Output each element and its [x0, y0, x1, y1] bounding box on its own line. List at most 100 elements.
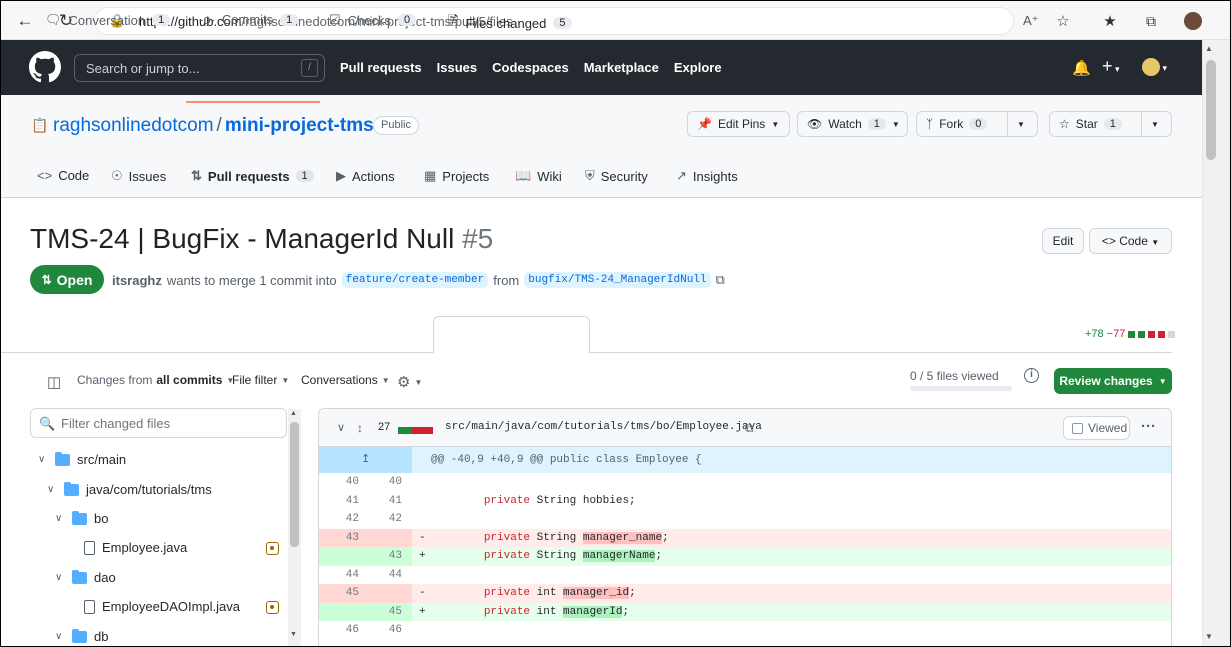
tab-projects[interactable]: ▦ Projects — [424, 168, 489, 184]
diff-settings-dropdown[interactable]: ⚙ ▼ — [397, 373, 422, 391]
favorites-icon[interactable]: ★ — [1098, 9, 1122, 33]
expand-up-button[interactable]: ↥ — [319, 447, 412, 473]
old-line-number[interactable]: 41 — [329, 495, 359, 507]
scroll-down-arrow-icon[interactable]: ▼ — [1205, 632, 1213, 641]
new-line-number[interactable]: 40 — [372, 476, 402, 488]
tab-code[interactable]: <> Code — [37, 168, 89, 183]
old-line-number[interactable]: 45 — [329, 587, 359, 599]
scroll-down-arrow-icon[interactable]: ▼ — [290, 631, 297, 638]
viewed-checkbox[interactable]: Viewed — [1063, 416, 1130, 440]
new-line-number[interactable]: 42 — [372, 513, 402, 525]
diff-file-path[interactable]: src/main/java/com/tutorials/tms/bo/Emplo… — [445, 421, 762, 433]
base-branch-label[interactable]: feature/create-member — [341, 272, 489, 288]
search-input[interactable]: Search or jump to... / — [74, 54, 325, 82]
new-line-number[interactable]: 46 — [372, 624, 402, 636]
old-line-number[interactable]: 43 — [329, 532, 359, 544]
copy-icon[interactable]: ⧉ — [716, 272, 725, 288]
review-changes-button[interactable]: Review changes ▼ — [1054, 368, 1172, 394]
chevron-down-icon: ▼ — [891, 119, 900, 129]
chevron-down-icon: ▼ — [381, 375, 390, 385]
read-aloud-icon[interactable]: A⁺ — [1023, 13, 1039, 29]
tab-pull-requests[interactable]: ⇅ Pull requests 1 — [191, 168, 314, 184]
back-icon[interactable]: ← — [13, 9, 37, 33]
diff-line-added[interactable]: 43 + private String managerName; — [319, 547, 1171, 566]
diff-line-added[interactable]: 45 + private int managerId; — [319, 602, 1171, 621]
collapse-chevron-icon[interactable]: ∨ — [337, 421, 345, 434]
pr-author-link[interactable]: itsraghz — [112, 273, 162, 288]
page-scrollbar-thumb[interactable] — [1206, 60, 1216, 160]
tab-wiki[interactable]: 📖 Wiki — [515, 168, 562, 184]
old-line-number[interactable]: 46 — [329, 624, 359, 636]
tree-file-employee[interactable]: Employee.java — [84, 540, 187, 555]
expand-all-icon[interactable]: ↕ — [357, 421, 363, 435]
new-line-number[interactable]: 41 — [372, 495, 402, 507]
new-line-number[interactable]: 45 — [372, 606, 402, 618]
tree-folder-java[interactable]: ∨ java/com/tutorials/tms — [47, 481, 212, 497]
nav-pull-requests[interactable]: Pull requests — [340, 60, 422, 75]
fork-dropdown[interactable]: ▼ — [1007, 112, 1034, 136]
diff-line-context[interactable]: 42 42 — [319, 510, 1171, 529]
nav-explore[interactable]: Explore — [674, 60, 722, 75]
scroll-up-arrow-icon[interactable]: ▲ — [1205, 44, 1213, 53]
nav-codespaces[interactable]: Codespaces — [492, 60, 569, 75]
tab-actions[interactable]: ▶ Actions — [336, 168, 395, 184]
diff-line-deleted[interactable]: 43 - private String manager_name; — [319, 528, 1171, 547]
head-branch-label[interactable]: bugfix/TMS-24_ManagerIdNull — [524, 272, 711, 288]
tab-conversation[interactable]: 🗨 Conversation 1 — [45, 12, 171, 28]
repo-name-link[interactable]: mini-project-tms — [225, 115, 374, 136]
toggle-file-tree-button[interactable]: ◫ — [47, 373, 61, 391]
tab-insights[interactable]: ↗ Insights — [676, 168, 738, 184]
notifications-bell-icon[interactable]: 🔔 — [1072, 59, 1091, 77]
tab-count: 1 — [152, 14, 171, 26]
more-options-icon[interactable]: ··· — [1141, 418, 1156, 435]
tab-commits[interactable]: -o- Commits 1 — [199, 12, 299, 27]
tab-checks[interactable]: ☑ Checks 0 — [329, 12, 417, 28]
star-dropdown[interactable]: ▼ — [1141, 112, 1168, 136]
old-line-number[interactable]: 42 — [329, 513, 359, 525]
tab-security[interactable]: ⛨ Security — [585, 168, 648, 184]
new-line-number[interactable]: 44 — [372, 569, 402, 581]
filter-files-input[interactable]: 🔍 Filter changed files — [30, 408, 287, 438]
conversations-dropdown[interactable]: Conversations ▼ — [301, 373, 390, 387]
changes-from-dropdown[interactable]: Changes from all commits ▼ — [77, 373, 234, 387]
old-line-number[interactable]: 40 — [329, 476, 359, 488]
old-line-number[interactable]: 44 — [329, 569, 359, 581]
tree-folder-bo[interactable]: ∨ bo — [55, 510, 108, 526]
copy-icon[interactable]: ⧉ — [745, 421, 754, 436]
diff-line-deleted[interactable]: 45 - private int manager_id; — [319, 584, 1171, 603]
github-logo-icon[interactable] — [29, 51, 61, 83]
fork-button[interactable]: ᛉ Fork 0 ▼ — [916, 111, 1038, 137]
code-text: private int manager_id; — [483, 587, 636, 599]
page-scrollbar[interactable]: ▲ ▼ — [1202, 40, 1230, 646]
diff-line-context[interactable]: 41 41 private String hobbies; — [319, 492, 1171, 511]
watch-button[interactable]: 👁 Watch 1 ▼ — [797, 111, 908, 137]
tree-file-employeedaoimpl[interactable]: EmployeeDAOImpl.java — [84, 599, 240, 614]
nav-marketplace[interactable]: Marketplace — [584, 60, 659, 75]
collections-icon[interactable]: ⧉ — [1139, 9, 1163, 33]
tree-folder-db[interactable]: ∨ db — [55, 628, 108, 644]
file-tree-scrollbar-thumb[interactable] — [290, 422, 299, 547]
diff-line-context[interactable]: 40 40 — [319, 473, 1171, 492]
chevron-down-icon: ▼ — [771, 119, 780, 129]
tree-folder-src-main[interactable]: ∨ src/main — [38, 451, 126, 467]
info-icon[interactable]: i — [1024, 368, 1039, 383]
create-new-plus-icon[interactable]: + ▾ — [1102, 56, 1120, 77]
diff-line-context[interactable]: 44 44 — [319, 566, 1171, 585]
new-line-number[interactable]: 43 — [372, 550, 402, 562]
file-filter-dropdown[interactable]: File filter ▼ — [232, 373, 289, 387]
favorite-add-icon[interactable]: ☆ — [1051, 9, 1075, 33]
scroll-up-arrow-icon[interactable]: ▲ — [290, 410, 297, 417]
profile-avatar[interactable] — [1181, 9, 1205, 33]
diff-line-context[interactable]: 46 46 — [319, 621, 1171, 640]
edit-pins-button[interactable]: 📌 Edit Pins ▼ — [687, 111, 790, 137]
user-avatar-menu[interactable]: ▾ — [1142, 58, 1167, 77]
edit-title-button[interactable]: Edit — [1042, 228, 1084, 254]
star-button[interactable]: ☆ Star 1 ▼ — [1049, 111, 1172, 137]
tab-issues[interactable]: ☉ Issues — [111, 168, 166, 184]
code-dropdown-button[interactable]: <> Code ▼ — [1089, 228, 1172, 254]
tree-folder-dao[interactable]: ∨ dao — [55, 569, 116, 585]
repo-owner-link[interactable]: raghsonlinedotcom — [53, 115, 214, 136]
file-tree-scrollbar[interactable]: ▲ ▼ — [288, 409, 301, 646]
tab-files-changed[interactable]: 🗎 Files changed 5 — [448, 12, 572, 34]
nav-issues[interactable]: Issues — [437, 60, 477, 75]
